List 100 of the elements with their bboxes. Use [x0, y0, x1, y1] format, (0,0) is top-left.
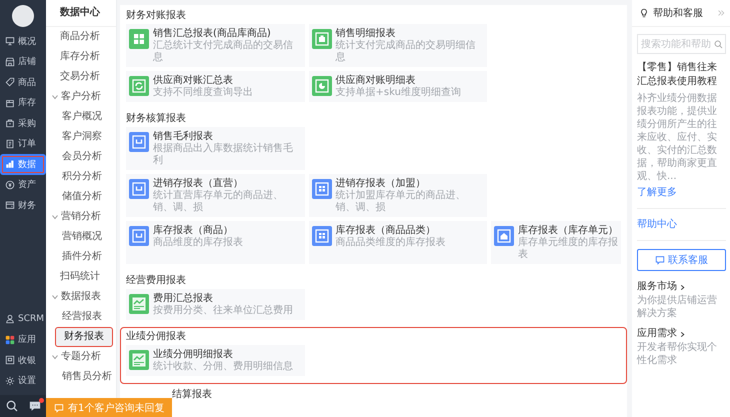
service-link[interactable]: 服务市场 [637, 280, 686, 294]
menu-group[interactable]: 客户分析 [46, 87, 113, 107]
nav-item[interactable]: SCRM [0, 309, 46, 330]
report-card[interactable]: 销售毛利报表 根据商品出入库数据统计销售毛利 [126, 127, 304, 170]
wallet-icon [5, 200, 15, 210]
avatar[interactable] [12, 5, 34, 27]
box-icon [5, 98, 15, 108]
section-title: 经营费用报表 [126, 274, 187, 288]
bar-chart-icon [5, 159, 15, 170]
report-card[interactable]: 库存报表（库存单元） 库存单元维度的库存报表 [491, 221, 621, 264]
search-icon[interactable] [6, 400, 18, 412]
service-description: 为你提供店铺运营解决方案 [637, 294, 718, 320]
card-title: 供应商对账明细表 [336, 74, 416, 86]
person-icon [5, 314, 15, 324]
menu-group[interactable]: 营销分析 [46, 207, 113, 227]
nav-item[interactable]: 数据 [0, 154, 46, 174]
card-title: 进销存报表（加盟） [336, 177, 426, 190]
menu-item[interactable]: 库存分析 [46, 47, 113, 67]
menu-item[interactable]: 扫码统计 [46, 267, 113, 287]
report-card[interactable]: 进销存报表（直营） 统计直营库存单元的商品进、销、调、损 [126, 174, 304, 217]
report-card[interactable]: 销售汇总报表(商品库商品) 汇总统计支付完成商品的交易信息 [126, 24, 304, 67]
report-card[interactable]: 库存报表（商品品类） 商品品类维度的库存报表 [308, 221, 487, 264]
card-description: 统计支付完成商品的交易明细信息 [336, 40, 476, 64]
learn-more-link[interactable]: 了解更多 [637, 185, 726, 200]
section-title: 结算报表 [171, 388, 213, 402]
contact-support-button[interactable]: 联系客服 [637, 249, 726, 271]
service-link[interactable]: 应用需求 [637, 327, 686, 341]
menu-group-label: 数据报表 [61, 290, 101, 304]
card-description: 商品品类维度的库存报表 [336, 237, 446, 249]
menu-group[interactable]: 数据报表 [46, 287, 113, 307]
menu-item[interactable]: 销售员分析 [46, 367, 113, 387]
chat-icon [54, 402, 64, 412]
nav-item[interactable]: 收银 [0, 350, 46, 370]
article-title[interactable]: 【零售】销售往来汇总报表使用教程 [637, 61, 726, 89]
menu-item[interactable]: 会员分析 [46, 147, 113, 167]
nav-item[interactable]: 设置 [0, 370, 46, 391]
report-card[interactable]: 业绩分佣明细报表 统计收款、分佣、费用明细信息 [126, 345, 304, 376]
apps-icon [5, 334, 15, 345]
section-title: 财务核算报表 [126, 112, 187, 126]
menu-item[interactable]: 财务报表 [55, 327, 113, 347]
menu-item[interactable]: 插件分析 [46, 247, 113, 267]
card-title: 业绩分佣明细报表 [153, 348, 234, 360]
article-summary: 补齐业绩分佣数据报表功能，提供业绩分佣所产生的往来应收、应付、实收、实付的汇总数据，帮助商家更直观、快... [637, 92, 718, 183]
menu-group-label: 营销分析 [61, 210, 101, 224]
nav-item[interactable]: 店铺 [0, 52, 46, 72]
card-title: 销售毛利报表 [153, 130, 214, 142]
service-description: 开发者帮你实现个性化需求 [637, 341, 718, 367]
bag-icon [5, 118, 15, 128]
chevron-right-icon [679, 284, 686, 290]
help-title: 帮助和客服 [653, 6, 704, 20]
menu-item[interactable]: 商品分析 [46, 27, 113, 47]
nav-item[interactable]: 采购 [0, 113, 46, 134]
store-icon [5, 56, 15, 67]
section-title: 业绩分佣报表 [126, 330, 187, 344]
card-description: 根据商品出入库数据统计销售毛利 [153, 143, 294, 167]
nav-item[interactable]: 财务 [0, 195, 46, 216]
card-title: 供应商对账汇总表 [153, 74, 234, 86]
menu-group-label: 专题分析 [61, 350, 101, 364]
nav-item[interactable]: 库存 [0, 92, 46, 113]
nav-item[interactable]: 概况 [0, 31, 46, 52]
chevron-right-icon [679, 330, 686, 338]
nav-item[interactable]: 应用 [0, 330, 46, 350]
report-card[interactable]: 供应商对账汇总表 支持不同维度查询导出 [126, 71, 304, 102]
menu-item[interactable]: 经营报表 [46, 307, 113, 327]
report-card[interactable]: 库存报表（商品） 商品维度的库存报表 [126, 221, 304, 264]
card-title: 库存报表（商品） [153, 224, 234, 236]
monitor-icon [5, 36, 15, 46]
report-card[interactable]: 销售明细报表 统计支付完成商品的交易明细信息 [308, 24, 487, 67]
nav-item[interactable]: 订单 [0, 134, 46, 154]
menu-item[interactable]: 营销概况 [46, 227, 113, 247]
card-title: 进销存报表（直营） [153, 177, 244, 190]
menu-group-label: 客户分析 [61, 90, 101, 104]
nav-item[interactable]: 资产 [0, 174, 46, 195]
menu-item[interactable]: 客户概况 [46, 107, 113, 127]
card-description: 支持不同维度查询导出 [153, 87, 253, 99]
chat-icon [655, 255, 665, 265]
card-title: 费用汇总报表 [153, 292, 214, 304]
report-card[interactable]: 费用汇总报表 按费用分类、往来单位汇总费用 [126, 289, 304, 320]
search-icon [714, 40, 723, 48]
document-icon [5, 138, 15, 149]
card-description: 汇总统计支付完成商品的交易信息 [153, 40, 294, 64]
nav-item[interactable]: 商品 [0, 72, 46, 92]
search-field[interactable]: 搜索功能和帮助 [637, 34, 726, 54]
card-title: 销售明细报表 [336, 27, 396, 40]
report-card[interactable]: 进销存报表（加盟） 统计加盟库存单元的商品进、销、调、损 [308, 174, 487, 217]
register-icon [5, 355, 15, 366]
menu-item[interactable]: 客户洞察 [46, 127, 113, 147]
card-title: 销售汇总报表(商品库商品) [153, 27, 272, 40]
menu-group[interactable]: 专题分析 [46, 347, 113, 367]
report-card[interactable]: 供应商对账明细表 支持单据+sku维度明细查询 [308, 71, 487, 102]
menu-item[interactable]: 积分分析 [46, 167, 113, 187]
card-description: 商品维度的库存报表 [153, 237, 243, 249]
card-description: 统计直营库存单元的商品进、销、调、损 [153, 190, 284, 214]
help-center-link[interactable]: 帮助中心 [637, 217, 726, 232]
chat-icon[interactable] [28, 400, 40, 412]
card-description: 按费用分类、往来单位汇总费用 [153, 305, 293, 317]
menu-item[interactable]: 储值分析 [46, 187, 113, 207]
lightbulb-icon [639, 8, 649, 18]
menu-item[interactable]: 交易分析 [46, 67, 113, 87]
card-description: 库存单元维度的库存报表 [518, 237, 618, 261]
